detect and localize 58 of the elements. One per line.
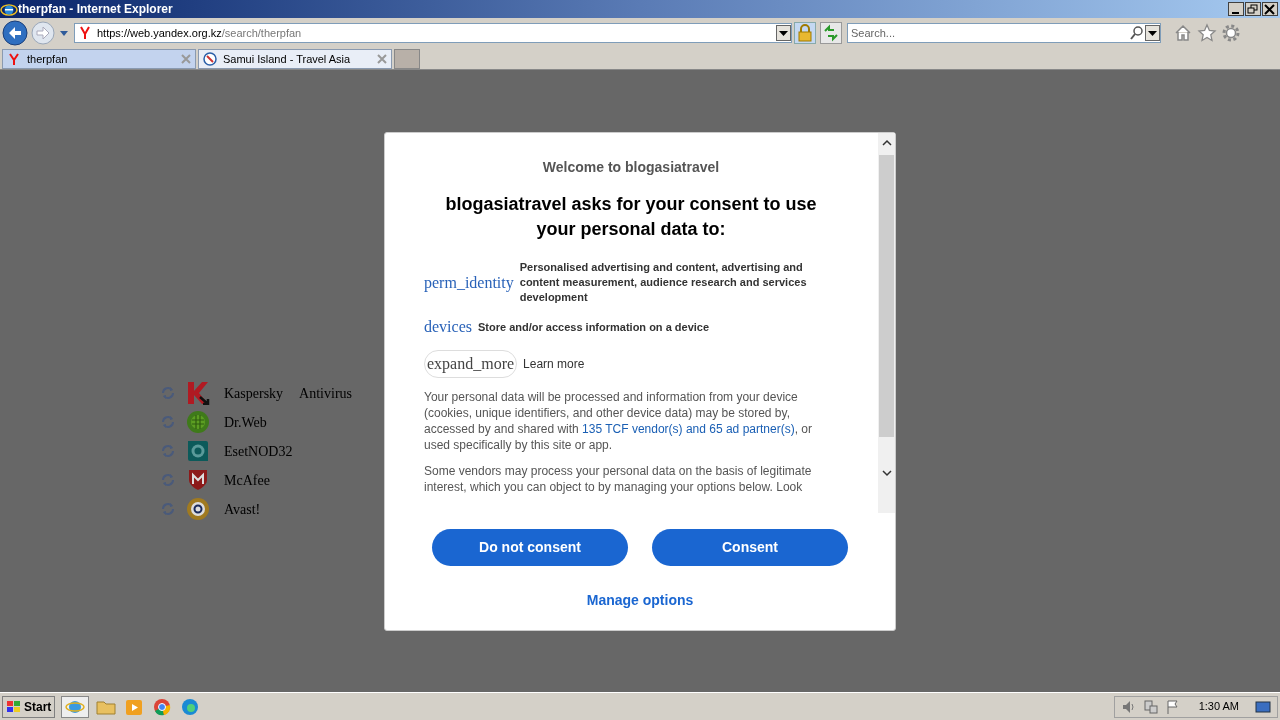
purpose-text: Personalised advertising and content, advertising and content measurement, audience research and services development — [519, 260, 808, 305]
browser-tab[interactable]: therpfan — [2, 49, 196, 69]
url-text: https://web.yandex.org.kz/search/therpfan — [97, 25, 302, 41]
start-button[interactable]: Start — [2, 695, 56, 718]
antivirus-logo-icon — [186, 410, 210, 434]
body-paragraph: Some vendors may process your personal data on the basis of legitimate interest, which you can object to by managing your options below. Look — [424, 463, 813, 495]
close-button[interactable] — [1262, 2, 1278, 16]
ie-taskbar-icon[interactable] — [61, 695, 90, 718]
dropdown-caret-icon[interactable] — [58, 28, 70, 38]
compass-icon — [203, 52, 217, 66]
close-icon[interactable] — [377, 54, 387, 64]
refresh-button[interactable] — [820, 22, 842, 44]
windows-logo-icon — [6, 699, 22, 714]
close-icon[interactable] — [181, 54, 191, 64]
manage-options-link[interactable]: Manage options — [586, 590, 694, 611]
vendors-link[interactable]: 135 TCF vendor(s) and 65 ad partner(s) — [582, 422, 795, 436]
scrollbar[interactable] — [878, 133, 895, 513]
search-icon[interactable] — [1129, 25, 1145, 41]
antivirus-name: Avast! — [224, 500, 261, 519]
show-desktop-icon[interactable] — [1255, 699, 1271, 714]
minimize-button[interactable] — [1228, 2, 1244, 16]
icon-name-text: perm_identity — [424, 272, 514, 294]
browser-tab[interactable]: Samui Island - Travel Asia — [198, 49, 392, 69]
star-icon[interactable] — [1197, 23, 1217, 43]
address-bar[interactable]: https://web.yandex.org.kz/search/therpfan — [74, 23, 792, 43]
clock-text: 1:30 AM — [1198, 699, 1239, 715]
antivirus-name: McAfee — [224, 471, 270, 490]
back-button[interactable] — [2, 20, 28, 46]
dropdown-button[interactable] — [776, 25, 791, 41]
consent-button[interactable]: Do not consent — [432, 529, 628, 566]
search-box[interactable]: Search... — [847, 23, 1161, 43]
consent-button[interactable]: Consent — [652, 529, 848, 566]
settings-icon[interactable] — [1221, 23, 1241, 43]
window-title: therpfan - Internet Explorer — [18, 1, 173, 18]
flag-icon[interactable] — [1164, 698, 1181, 715]
antivirus-logo-icon — [186, 381, 210, 405]
antivirus-name: Kaspersky — [224, 384, 284, 403]
learn-more-link[interactable]: Learn more — [523, 355, 585, 373]
welcome-text: Welcome to blogasiatravel — [541, 158, 721, 177]
new-tab-button[interactable] — [394, 49, 420, 69]
search-field[interactable]: Search... — [848, 24, 1129, 42]
antivirus-name: EsetNOD32 — [224, 442, 293, 461]
yandex-icon — [7, 52, 21, 66]
scroll-down-icon[interactable] — [880, 467, 893, 479]
antivirus-logo-icon — [186, 468, 210, 492]
body-paragraph: Your personal data will be processed and information from your device (cookies, unique identifiers, and other device data) may be stored by, accessed by and shared with 135 TCF vendor(s) and 65 ad partner(s), or used specifically by this site or app. — [424, 389, 813, 453]
home-icon[interactable] — [1173, 23, 1193, 43]
restore-button[interactable] — [1245, 2, 1261, 16]
antivirus-label: Antivirus — [299, 384, 352, 403]
purpose-text: Store and/or access information on a device — [478, 319, 710, 335]
antivirus-logo-icon — [186, 439, 210, 463]
consent-heading: blogasiatravel asks for your consent to use your personal data to: — [444, 193, 818, 241]
icon-name-text: devices — [424, 317, 472, 337]
yandex-icon — [77, 25, 93, 41]
antivirus-name: Dr.Web — [224, 413, 267, 432]
dropdown-button[interactable] — [1145, 25, 1160, 41]
antivirus-logo-icon — [186, 497, 210, 521]
network-icon[interactable] — [1142, 698, 1159, 715]
